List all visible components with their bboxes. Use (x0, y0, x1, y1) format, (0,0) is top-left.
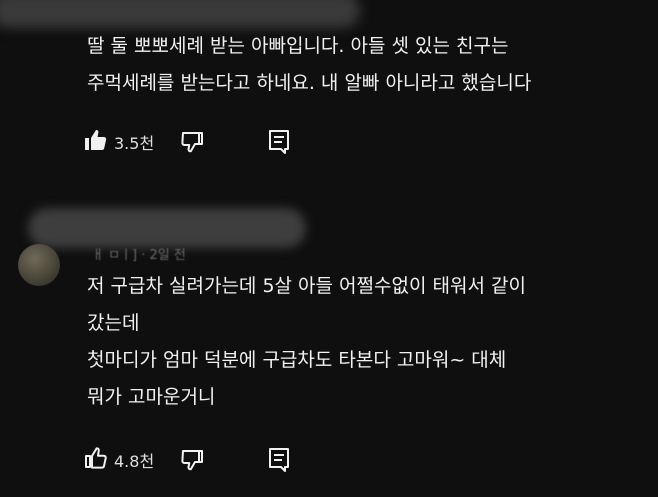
dislike-button[interactable] (180, 130, 204, 158)
comment-body: 딸 둘 뽀뽀세례 받는 아빠입니다. 아들 셋 있는 친구는 주먹세례를 받는다… (87, 28, 531, 102)
comment-actions: 4.8천 (84, 446, 289, 474)
like-button[interactable]: 3.5천 (84, 128, 154, 156)
comment-author-meta: ㅐ ㅁㅣ] · 2일 전 (92, 248, 186, 263)
comment-line: 갔는데 (87, 312, 140, 334)
thumbs-up-icon (84, 446, 108, 474)
comment-body: 저 구급차 실려가는데 5살 아들 어쩔수없이 태워서 같이 갔는데 첫마디가 … (87, 268, 526, 416)
reply-button[interactable] (267, 129, 291, 159)
thumbs-down-icon (180, 130, 204, 158)
redacted-username-blur (0, 0, 360, 28)
comment-line: 뭐가 고마운거니 (87, 386, 216, 408)
comment-actions: 3.5천 (84, 128, 289, 156)
comment-line: 저 구급차 실려가는데 5살 아들 어쩔수없이 태워서 같이 (87, 275, 526, 297)
reply-icon (267, 129, 291, 159)
dislike-button[interactable] (180, 448, 204, 476)
avatar[interactable] (18, 244, 60, 286)
like-button[interactable]: 4.8천 (84, 446, 154, 474)
like-count: 3.5천 (114, 134, 155, 153)
thumbs-down-icon (180, 448, 204, 476)
reply-button[interactable] (267, 447, 291, 477)
comment-line: 딸 둘 뽀뽀세례 받는 아빠입니다. 아들 셋 있는 친구는 (87, 35, 509, 57)
like-count: 4.8천 (114, 452, 155, 471)
redacted-username-blur (28, 208, 306, 248)
thumbs-up-icon (84, 128, 108, 156)
comment-line: 주먹세례를 받는다고 하네요. 내 알빠 아니라고 했습니다 (87, 72, 532, 94)
reply-icon (267, 447, 291, 477)
comment-line: 첫마디가 엄마 덕분에 구급차도 타본다 고마워~ 대체 (87, 349, 507, 371)
